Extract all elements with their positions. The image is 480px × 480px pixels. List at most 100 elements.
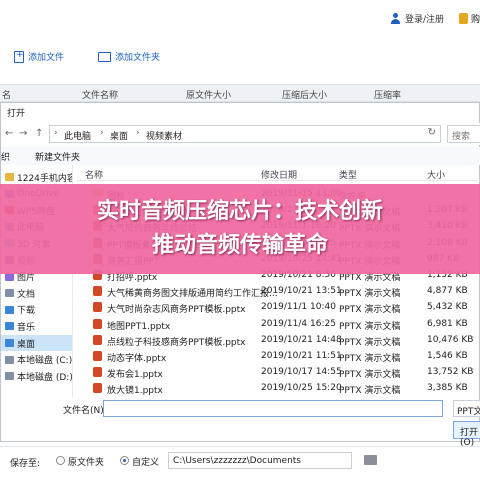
banner-title-line2: 推动音频传输革命 (151, 233, 328, 258)
file-modified: 2019/10/21 13:51 (261, 286, 342, 297)
search-placeholder: 搜索 (452, 132, 471, 142)
nav-item-icon (5, 289, 14, 298)
user-icon (390, 13, 401, 24)
shopping-bag-icon (458, 13, 468, 24)
up-arrow-icon[interactable]: ↑ (35, 128, 43, 139)
file-row[interactable]: 放大镜1.pptx 2019/10/25 15:20 PPTX 演示文稿 3,385 … (77, 381, 480, 397)
nav-item-label: 音乐 (17, 322, 36, 333)
open-button-label: 打开(O) (460, 428, 479, 448)
nav-item[interactable]: 文档 (1, 285, 72, 301)
browse-folder-icon[interactable] (364, 455, 377, 465)
file-name: 动态字体.pptx (107, 354, 167, 364)
open-button[interactable]: 打开(O) (453, 421, 480, 448)
original-folder-label: 原文件夹 (68, 458, 105, 468)
nav-item[interactable]: 本地磁盘 (C:) (1, 352, 73, 368)
file-name: 放大镜1.pptx (107, 386, 163, 397)
header-size[interactable]: 大小 (427, 168, 445, 181)
file-size: 4,877 KB (427, 286, 468, 297)
add-folder-button[interactable]: 添加文件夹 (98, 50, 160, 63)
pptx-file-icon (93, 334, 102, 345)
file-modified: 2019/11/1 10:40 (261, 302, 336, 313)
breadcrumb-desktop[interactable]: 桌面 (110, 129, 128, 142)
nav-item[interactable]: 下载 (1, 302, 72, 318)
buy-label: 购 (470, 15, 480, 25)
back-arrow-icon[interactable]: ← (5, 128, 13, 139)
file-row[interactable]: 点线粒子科技感商务PPT模板.pptx 2019/10/21 14:48 PPTX … (77, 333, 480, 349)
banner-title-line1: 实时音频压缩芯片：技术创新 (96, 199, 383, 224)
file-type: PPTX 演示文稿 (339, 321, 401, 332)
nav-item-label: 文档 (17, 289, 36, 300)
file-row[interactable]: 地图PPT1.pptx 2019/11/4 16:25 PPTX 演示文稿 6,981… (77, 317, 480, 333)
nav-item[interactable]: 桌面 (1, 335, 72, 351)
file-type: PPTX 演示文稿 (339, 305, 401, 316)
save-to-label: 保存至: (10, 459, 41, 469)
file-type: PPTX 演示文稿 (339, 289, 401, 300)
radio-custom-folder[interactable] (120, 456, 129, 465)
file-size: 6,981 KB (427, 318, 468, 329)
file-modified: 2019/11/4 16:25 (261, 318, 336, 329)
nav-item-icon (5, 372, 14, 381)
folder-icon (98, 51, 111, 62)
header-modified[interactable]: 修改日期 (261, 168, 297, 181)
breadcrumb-this-pc[interactable]: 此电脑 (64, 129, 91, 142)
file-name: 点线粒子科技感商务PPT模板.pptx (107, 337, 246, 348)
filetype-select[interactable]: PPT文件 (453, 400, 480, 417)
file-row[interactable]: 动态字体.pptx 2019/10/21 11:51 PPTX 演示文稿 1,546 … (77, 349, 480, 365)
breadcrumb-video-assets[interactable]: 视频素材 (146, 129, 182, 142)
file-modified: 2019/10/21 14:48 (261, 334, 342, 345)
chevron-right-icon: › (54, 128, 58, 138)
login-link[interactable]: 登录/注册 (390, 12, 444, 25)
forward-arrow-icon[interactable]: → (19, 128, 27, 139)
buy-button[interactable]: 购 (458, 12, 480, 25)
file-type: PPTX 演示文稿 (339, 370, 401, 381)
add-folder-label: 添加文件夹 (115, 53, 161, 63)
pptx-file-icon (93, 318, 102, 329)
col-ratio: 压缩率 (374, 91, 402, 101)
search-input[interactable]: 搜索 (447, 125, 480, 143)
task-list-header: 名 文件名称 原文件大小 压缩后大小 压缩率 (0, 84, 480, 102)
file-row[interactable]: 大气时尚杂志风商务PPT模板.pptx 2019/11/1 10:40 PPTX 演… (77, 300, 480, 316)
nav-item-icon (5, 305, 14, 314)
filename-input[interactable] (103, 400, 443, 417)
file-name: 大气稀黄商务图文排版通用简约工作汇报... (107, 289, 278, 300)
file-type: PPTX 演示文稿 (339, 337, 401, 348)
header-type[interactable]: 类型 (339, 168, 357, 181)
add-file-icon (14, 50, 24, 63)
address-bar[interactable]: › 此电脑 › 桌面 › 视频素材 ↻ (49, 125, 441, 143)
file-size: 13,752 KB (427, 367, 474, 378)
add-file-button[interactable]: 添加文件 (14, 50, 64, 63)
nav-item-label: 本地磁盘 (D:) (17, 372, 73, 383)
filetype-value: PPT文件 (457, 407, 480, 417)
nav-item-icon (5, 355, 14, 364)
file-modified: 2019/10/25 15:20 (261, 383, 342, 394)
app-header: 登录/注册 购 (0, 0, 480, 40)
nav-item[interactable]: 音乐 (1, 318, 72, 334)
file-row[interactable]: 大气稀黄商务图文排版通用简约工作汇报... 2019/10/21 13:51 PPT… (77, 284, 480, 300)
file-size: 5,432 KB (427, 302, 468, 313)
new-folder-button[interactable]: 新建文件夹 (35, 150, 80, 163)
nav-item-label: 桌面 (17, 339, 36, 350)
main-toolbar: 添加文件 添加文件夹 (0, 44, 480, 70)
nav-item-label: 本地磁盘 (C:) (17, 356, 73, 367)
nav-item-label: 下载 (17, 306, 36, 317)
col-compressed-size: 压缩后大小 (282, 91, 328, 101)
header-name[interactable]: 名称 (85, 168, 103, 181)
nav-item-icon (5, 173, 14, 181)
save-path-input[interactable]: C:\Users\zzzzzzz\Documents (168, 452, 352, 469)
file-name: 大气时尚杂志风商务PPT模板.pptx (107, 305, 246, 316)
organize-menu[interactable]: 织 (1, 150, 10, 163)
file-type: PPTX 演示文稿 (339, 386, 401, 397)
file-type: PPTX 演示文稿 (339, 354, 401, 364)
file-row[interactable]: 发布会1.pptx 2019/10/17 14:55 PPTX 演示文稿 13,752… (77, 365, 480, 381)
nav-item[interactable]: 本地磁盘 (D:) (1, 368, 73, 384)
chevron-right-icon: › (100, 128, 104, 138)
pptx-file-icon (93, 367, 102, 378)
refresh-icon[interactable]: ↻ (428, 127, 436, 138)
filename-row: 文件名(N): PPT文件 (1, 399, 480, 419)
nav-item[interactable]: 1224手机内容梳理 (1, 169, 72, 185)
pptx-file-icon (93, 286, 102, 297)
file-name: 发布会1.pptx (107, 370, 163, 381)
file-name: 地图PPT1.pptx (107, 321, 171, 332)
add-file-label: 添加文件 (28, 53, 65, 63)
radio-original-folder[interactable] (56, 456, 65, 465)
